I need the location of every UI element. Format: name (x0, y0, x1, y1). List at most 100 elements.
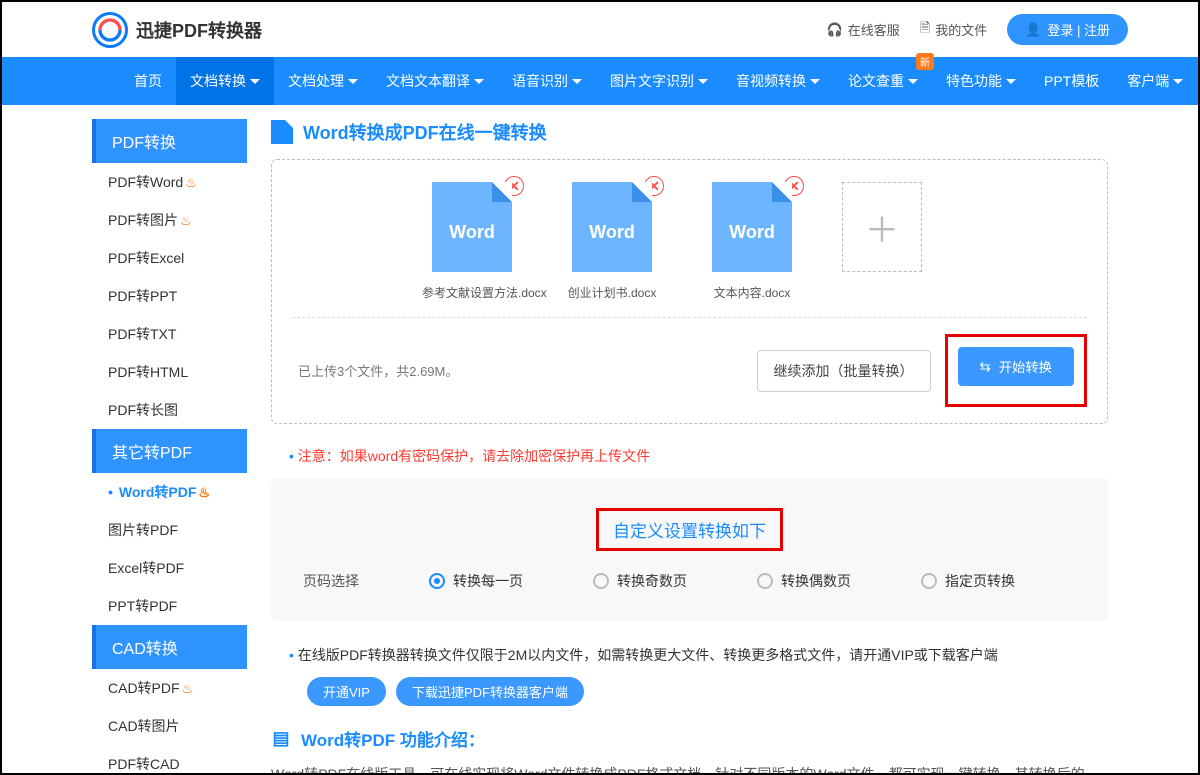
sidebar-item[interactable]: CAD转图片 (92, 707, 247, 745)
sidebar-item[interactable]: Word转PDF♨ (92, 473, 247, 511)
sidebar-item[interactable]: PDF转PPT (92, 277, 247, 315)
nav-item[interactable]: 首页 (120, 57, 176, 105)
sidebar-item[interactable]: PPT转PDF (92, 587, 247, 625)
sidebar-item-label: Excel转PDF (108, 560, 184, 576)
sidebar-group-header: PDF转换 (92, 119, 247, 163)
swap-icon: ⇆ (980, 359, 991, 375)
sidebar-item[interactable]: PDF转Excel (92, 239, 247, 277)
nav-label: 客户端 (1127, 71, 1169, 91)
sidebar-item-label: Word转PDF (119, 484, 197, 500)
top-bar: 迅捷PDF转换器 🎧 在线客服 🗎 我的文件 👤 登录 | 注册 (2, 2, 1198, 57)
chevron-down-icon (1006, 79, 1016, 84)
sidebar-item-label: PPT转PDF (108, 598, 177, 614)
hot-icon: ♨ (182, 681, 194, 696)
nav-label: PPT模板 (1044, 71, 1099, 91)
document-icon: 🗎 (920, 19, 930, 41)
my-files[interactable]: 🗎 我的文件 (920, 19, 987, 41)
chevron-down-icon (572, 79, 582, 84)
doc-type-label: Word (729, 222, 775, 243)
file-tile[interactable]: ✕Word参考文献设置方法.docx (422, 182, 522, 301)
main-content: Word转换成PDF在线一键转换 ✕Word参考文献设置方法.docx✕Word… (267, 119, 1108, 775)
sidebar-group-header: 其它转PDF (92, 429, 247, 473)
nav-item[interactable]: 音视频转换 (722, 57, 834, 105)
sidebar-item[interactable]: Excel转PDF (92, 549, 247, 587)
nav-item[interactable]: 文档文本翻译 (372, 57, 498, 105)
sidebar-group-header: CAD转换 (92, 625, 247, 669)
start-convert-button[interactable]: ⇆ 开始转换 (958, 347, 1074, 386)
sidebar-item-label: PDF转TXT (108, 326, 176, 342)
nav-item[interactable]: 文档转换 (176, 57, 274, 105)
sidebar-item[interactable]: 图片转PDF (92, 511, 247, 549)
radio-label: 指定页转换 (945, 571, 1015, 591)
nav-item[interactable]: 客户端 (1113, 57, 1197, 105)
page-title: Word转换成PDF在线一键转换 (303, 119, 547, 145)
page-option-radio[interactable]: 转换奇数页 (593, 571, 687, 591)
intro-heading: ▤ Word转PDF 功能介绍： (271, 726, 1108, 751)
nav-item[interactable]: PPT模板 (1030, 57, 1113, 105)
doc-type-label: Word (449, 222, 495, 243)
size-limit-tip: 在线版PDF转换器转换文件仅限于2M以内文件，如需转换更大文件、转换更多格式文件… (271, 645, 1108, 706)
online-support[interactable]: 🎧 在线客服 (827, 20, 900, 39)
main-nav: 首页文档转换文档处理 文档文本翻译语音识别图片文字识别音视频转换论文查重新特色功能… (2, 57, 1198, 105)
chevron-down-icon (810, 79, 820, 84)
sidebar-item[interactable]: PDF转图片♨ (92, 201, 247, 239)
nav-item[interactable]: 文档处理 (274, 57, 372, 105)
sidebar-item-label: PDF转长图 (108, 402, 178, 418)
radio-dot-icon (921, 573, 937, 589)
intro-paragraph: Word转PDF在线版工具，可在线实现将Word文件转换成PDF格式文档，针对不… (271, 761, 1108, 775)
radio-label: 转换每一页 (453, 571, 523, 591)
radio-dot-icon (593, 573, 609, 589)
sidebar-item[interactable]: PDF转Word♨ (92, 163, 247, 201)
login-label: 登录 | 注册 (1047, 20, 1110, 39)
page-option-radio[interactable]: 转换每一页 (429, 571, 523, 591)
nav-label: 文档处理 (288, 71, 344, 91)
nav-label: 首页 (134, 71, 162, 91)
sidebar-item[interactable]: PDF转长图 (92, 391, 247, 429)
radio-label: 转换偶数页 (781, 571, 851, 591)
chevron-down-icon (348, 79, 358, 84)
sidebar-item-label: PDF转图片 (108, 212, 178, 228)
login-button[interactable]: 👤 登录 | 注册 (1007, 14, 1128, 45)
sidebar-item[interactable]: PDF转HTML (92, 353, 247, 391)
radio-label: 转换奇数页 (617, 571, 687, 591)
upload-panel: ✕Word参考文献设置方法.docx✕Word创业计划书.docx✕Word文本… (271, 159, 1108, 424)
chevron-down-icon (698, 79, 708, 84)
sidebar-item-label: CAD转PDF (108, 680, 180, 696)
doc-type-label: Word (589, 222, 635, 243)
file-tile[interactable]: ✕Word创业计划书.docx (562, 182, 662, 301)
settings-panel: 自定义设置转换如下 页码选择 转换每一页转换奇数页转换偶数页指定页转换 (271, 478, 1108, 621)
radio-dot-icon (757, 573, 773, 589)
sidebar-item[interactable]: PDF转TXT (92, 315, 247, 353)
nav-item[interactable]: 论文查重新 (834, 57, 932, 105)
files-row: ✕Word参考文献设置方法.docx✕Word创业计划书.docx✕Word文本… (292, 182, 1087, 317)
word-doc-icon: Word (712, 182, 792, 272)
chevron-down-icon (1173, 79, 1183, 84)
sidebar-item-label: PDF转PPT (108, 288, 177, 304)
nav-label: 论文查重 (848, 71, 904, 91)
action-pill[interactable]: 下载迅捷PDF转换器客户端 (396, 677, 584, 706)
action-pill[interactable]: 开通VIP (307, 677, 386, 706)
file-name: 创业计划书.docx (562, 284, 662, 301)
sidebar-item[interactable]: PDF转CAD (92, 745, 247, 775)
add-more-button[interactable]: 继续添加（批量转换） (757, 350, 931, 392)
nav-item[interactable]: 图片文字识别 (596, 57, 722, 105)
nav-item[interactable]: 语音识别 (498, 57, 596, 105)
start-callout: ⇆ 开始转换 (945, 334, 1087, 407)
page-option-radio[interactable]: 指定页转换 (921, 571, 1015, 591)
intro-head-text: Word转PDF 功能介绍： (301, 726, 485, 751)
pill-row: 开通VIP 下载迅捷PDF转换器客户端 (307, 677, 1108, 706)
file-name: 文本内容.docx (702, 284, 802, 301)
start-label: 开始转换 (999, 357, 1052, 376)
sidebar-item[interactable]: CAD转PDF♨ (92, 669, 247, 707)
sidebar: PDF转换PDF转Word♨PDF转图片♨PDF转ExcelPDF转PPTPDF… (92, 119, 247, 775)
page-option-radio[interactable]: 转换偶数页 (757, 571, 851, 591)
hot-icon: ♨ (185, 175, 197, 190)
brand[interactable]: 迅捷PDF转换器 (92, 12, 262, 48)
add-file-button[interactable]: ＋ (842, 182, 922, 272)
file-tile[interactable]: ✕Word文本内容.docx (702, 182, 802, 301)
nav-item[interactable]: 特色功能 (932, 57, 1030, 105)
sidebar-item-label: PDF转Word (108, 174, 183, 190)
file-name: 参考文献设置方法.docx (422, 284, 522, 301)
word-doc-icon: Word (572, 182, 652, 272)
page-select-row: 页码选择 转换每一页转换奇数页转换偶数页指定页转换 (287, 561, 1092, 591)
